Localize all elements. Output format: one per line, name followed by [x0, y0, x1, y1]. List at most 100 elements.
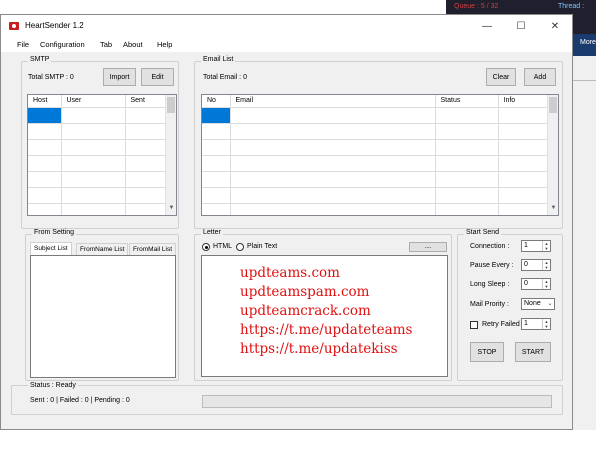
smtp-group-title: SMTP	[28, 56, 52, 63]
background-divider	[572, 80, 596, 88]
table-row[interactable]	[28, 155, 176, 172]
status-group: Status : Ready Sent : 0 | Failed : 0 | P…	[11, 382, 563, 415]
html-label[interactable]: HTML	[213, 243, 232, 250]
status-counts: Sent : 0 | Failed : 0 | Pending : 0	[30, 397, 130, 404]
letter-line-3: updteamcrack.com	[240, 303, 371, 319]
table-row[interactable]	[202, 123, 558, 140]
email-table[interactable]: No Email Status Info ▼	[201, 94, 559, 216]
desktop-bottom	[0, 430, 596, 449]
connection-stepper[interactable]: 1 ▲ ▼	[521, 240, 551, 252]
tab-fromname-list[interactable]: FromName List	[76, 243, 129, 255]
scroll-thumb[interactable]	[167, 97, 175, 113]
column-no[interactable]: No	[202, 95, 231, 108]
chevron-down-icon[interactable]: ⌄	[546, 299, 554, 309]
retry-failed-checkbox[interactable]	[470, 321, 478, 329]
plain-text-radio[interactable]	[236, 243, 244, 251]
scroll-thumb[interactable]	[549, 97, 557, 113]
table-row[interactable]	[202, 155, 558, 172]
chevron-down-icon[interactable]: ▼	[166, 205, 176, 215]
column-email[interactable]: Email	[230, 95, 436, 108]
menu-configuration[interactable]: Configuration	[40, 40, 85, 49]
column-host[interactable]: Host	[28, 95, 62, 108]
clear-button[interactable]: Clear	[486, 68, 516, 86]
retry-stepper[interactable]: 1 ▲ ▼	[521, 318, 551, 330]
close-button[interactable]: ✕	[538, 15, 572, 38]
minimize-button[interactable]: —	[470, 15, 504, 38]
letter-group: Letter HTML Plain Text .... updteams.com…	[194, 229, 452, 381]
table-row[interactable]	[28, 203, 176, 215]
subject-list-textarea[interactable]	[30, 255, 176, 378]
add-button[interactable]: Add	[524, 68, 556, 86]
title-bar[interactable]: HeartSender 1.2 — ☐ ✕	[1, 15, 572, 38]
email-group-title: Email List	[201, 56, 236, 63]
menu-file[interactable]: File	[17, 40, 29, 49]
table-row[interactable]	[28, 107, 176, 124]
table-row[interactable]	[202, 171, 558, 188]
start-button[interactable]: START	[515, 342, 551, 362]
email-total-label: Total Email : 0	[203, 74, 247, 81]
chevron-down-icon[interactable]: ▼	[548, 205, 558, 215]
menu-about[interactable]: About	[123, 40, 143, 49]
letter-group-title: Letter	[201, 229, 223, 236]
html-radio[interactable]	[202, 243, 210, 251]
spin-arrows-icon[interactable]: ▲ ▼	[542, 241, 550, 251]
smtp-group: SMTP Total SMTP : 0 Import Edit Host Use…	[21, 56, 179, 229]
tab-frommail-list[interactable]: FromMail List	[129, 243, 177, 255]
menu-help[interactable]: Help	[157, 40, 172, 49]
connection-value: 1	[524, 242, 528, 249]
main-window: HeartSender 1.2 — ☐ ✕ File Configuration…	[0, 14, 573, 430]
from-setting-title: From Setting	[32, 229, 77, 236]
priority-label: Mail Prority :	[470, 301, 509, 308]
status-label: Status : Ready	[28, 382, 78, 389]
column-status[interactable]: Status	[435, 95, 499, 108]
background-window	[572, 0, 596, 449]
start-send-title: Start Send	[464, 229, 502, 236]
plain-text-label[interactable]: Plain Text	[247, 243, 277, 250]
window-title: HeartSender 1.2	[25, 21, 84, 30]
pause-stepper[interactable]: 0 ▲ ▼	[521, 259, 551, 271]
priority-value: None	[524, 300, 541, 307]
email-table-header: No Email Status Info	[202, 95, 558, 108]
letter-line-1: updteams.com	[240, 265, 340, 281]
table-row[interactable]	[202, 187, 558, 204]
table-row[interactable]	[28, 139, 176, 156]
letter-line-5: https://t.me/updatekiss	[240, 341, 398, 357]
stop-button[interactable]: STOP	[470, 342, 504, 362]
start-send-group: Start Send Connection : 1 ▲ ▼ Pause Every…	[457, 229, 563, 381]
pause-value: 0	[524, 261, 528, 268]
table-row[interactable]	[202, 139, 558, 156]
spin-arrows-icon[interactable]: ▲ ▼	[542, 260, 550, 270]
priority-select[interactable]: None ⌄	[521, 298, 555, 310]
table-row[interactable]	[28, 123, 176, 140]
retry-failed-label[interactable]: Retry Failed	[482, 321, 520, 328]
letter-line-2: updteamspam.com	[240, 284, 370, 300]
spin-arrows-icon[interactable]: ▲ ▼	[542, 319, 550, 329]
column-user[interactable]: User	[61, 95, 126, 108]
thread-text: Thread :	[558, 3, 585, 10]
menu-tab[interactable]: Tab	[100, 40, 112, 49]
smtp-scrollbar[interactable]: ▼	[165, 95, 176, 215]
tab-subject-list[interactable]: Subject List	[30, 242, 72, 255]
email-list-group: Email List Total Email : 0 Clear Add No …	[194, 56, 563, 229]
browse-button[interactable]: ....	[409, 242, 447, 252]
smtp-total-label: Total SMTP : 0	[28, 74, 74, 81]
letter-editor[interactable]: updteams.com updteamspam.com updteamcrac…	[201, 255, 448, 377]
edit-button[interactable]: Edit	[141, 68, 174, 86]
retry-value: 1	[524, 320, 528, 327]
import-button[interactable]: Import	[103, 68, 136, 86]
smtp-table-header: Host User Sent	[28, 95, 176, 108]
long-sleep-value: 0	[524, 280, 528, 287]
table-row[interactable]	[202, 107, 558, 124]
maximize-button[interactable]: ☐	[504, 15, 538, 38]
email-scrollbar[interactable]: ▼	[547, 95, 558, 215]
pause-label: Pause Every :	[470, 262, 514, 269]
table-row[interactable]	[28, 187, 176, 204]
smtp-table[interactable]: Host User Sent ▼	[27, 94, 177, 216]
more-button[interactable]: More	[572, 34, 596, 56]
table-row[interactable]	[202, 203, 558, 215]
spin-arrows-icon[interactable]: ▲ ▼	[542, 279, 550, 289]
menu-bar: File Configuration Tab About Help	[1, 38, 572, 52]
table-row[interactable]	[28, 171, 176, 188]
letter-line-4: https://t.me/updateteams	[240, 322, 413, 338]
long-sleep-stepper[interactable]: 0 ▲ ▼	[521, 278, 551, 290]
